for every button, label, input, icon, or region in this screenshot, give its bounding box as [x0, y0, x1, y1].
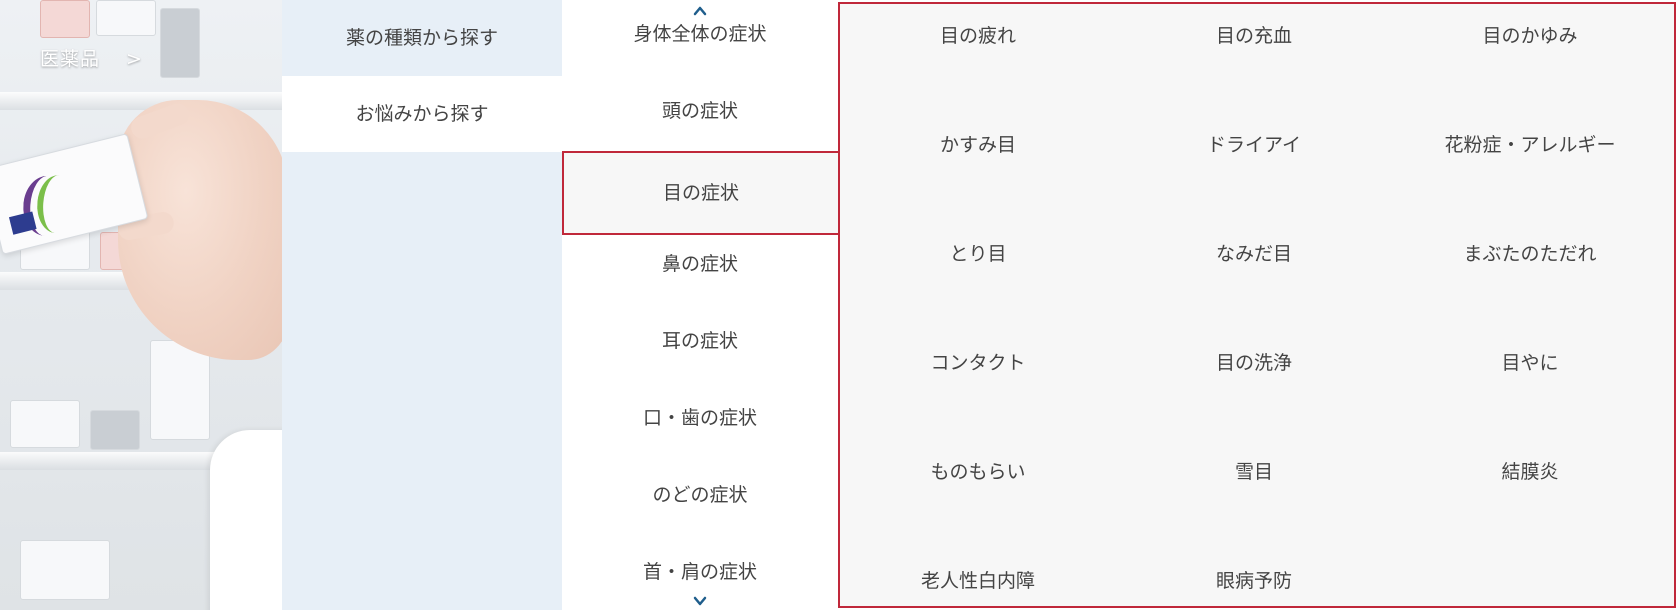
symptom-eye-discharge[interactable]: 目やに: [1392, 343, 1668, 383]
medicine-box: [160, 8, 200, 78]
symptom-senile-cataract[interactable]: 老人性白内障: [840, 561, 1116, 601]
medicine-box: [10, 400, 80, 448]
medicine-box: [96, 0, 156, 36]
hero-photo: 医薬品 >: [0, 0, 282, 610]
body-area-head[interactable]: 頭の症状: [562, 73, 838, 149]
body-area-eyes[interactable]: 目の症状: [562, 151, 838, 235]
body-area-throat[interactable]: のどの症状: [562, 457, 838, 533]
symptom-contact-lens[interactable]: コンタクト: [840, 343, 1116, 383]
symptom-red-eyes[interactable]: 目の充血: [1116, 16, 1392, 56]
medicine-box: [90, 410, 140, 450]
symptom-eyelid-inflammation[interactable]: まぶたのただれ: [1392, 234, 1668, 274]
symptom-conjunctivitis[interactable]: 結膜炎: [1392, 452, 1668, 492]
symptom-snow-blindness[interactable]: 雪目: [1116, 452, 1392, 492]
symptom-itchy-eyes[interactable]: 目のかゆみ: [1392, 16, 1668, 56]
medicine-box: [20, 540, 110, 600]
shelf: [0, 92, 282, 110]
symptom-night-blindness[interactable]: とり目: [840, 234, 1116, 274]
symptom-eye-wash[interactable]: 目の洗浄: [1116, 343, 1392, 383]
symptom-watery-eyes[interactable]: なみだ目: [1116, 234, 1392, 274]
chevron-down-icon[interactable]: [693, 594, 707, 608]
sleeve: [210, 430, 282, 610]
medicine-box: [40, 0, 90, 38]
body-area-mouth-teeth[interactable]: 口・歯の症状: [562, 380, 838, 456]
medicine-category-link[interactable]: 医薬品 >: [40, 44, 143, 71]
medicine-box: [150, 340, 210, 440]
chevron-right-icon: >: [126, 48, 143, 70]
body-area-ears[interactable]: 耳の症状: [562, 303, 838, 379]
search-mode-menu: 薬の種類から探す お悩みから探す: [282, 0, 562, 610]
mode-by-medicine-type[interactable]: 薬の種類から探す: [282, 0, 562, 76]
symptom-panel: 目の疲れ 目の充血 目のかゆみ かすみ目 ドライアイ 花粉症・アレルギー とり目…: [838, 2, 1676, 608]
body-area-whole-body[interactable]: 身体全体の症状: [562, 0, 838, 72]
body-area-nose[interactable]: 鼻の症状: [562, 226, 838, 302]
body-area-menu: 身体全体の症状 頭の症状 目の症状 鼻の症状 耳の症状 口・歯の症状 のどの症状…: [562, 0, 838, 610]
mode-by-concern[interactable]: お悩みから探す: [282, 76, 562, 152]
symptom-eye-fatigue[interactable]: 目の疲れ: [840, 16, 1116, 56]
symptom-stye[interactable]: ものもらい: [840, 452, 1116, 492]
symptom-blurred-vision[interactable]: かすみ目: [840, 125, 1116, 165]
symptom-eye-disease-prevention[interactable]: 眼病予防: [1116, 561, 1392, 601]
medicine-link-label: 医薬品: [40, 48, 101, 70]
symptom-hay-fever-allergy[interactable]: 花粉症・アレルギー: [1392, 125, 1668, 165]
symptom-dry-eye[interactable]: ドライアイ: [1116, 125, 1392, 165]
